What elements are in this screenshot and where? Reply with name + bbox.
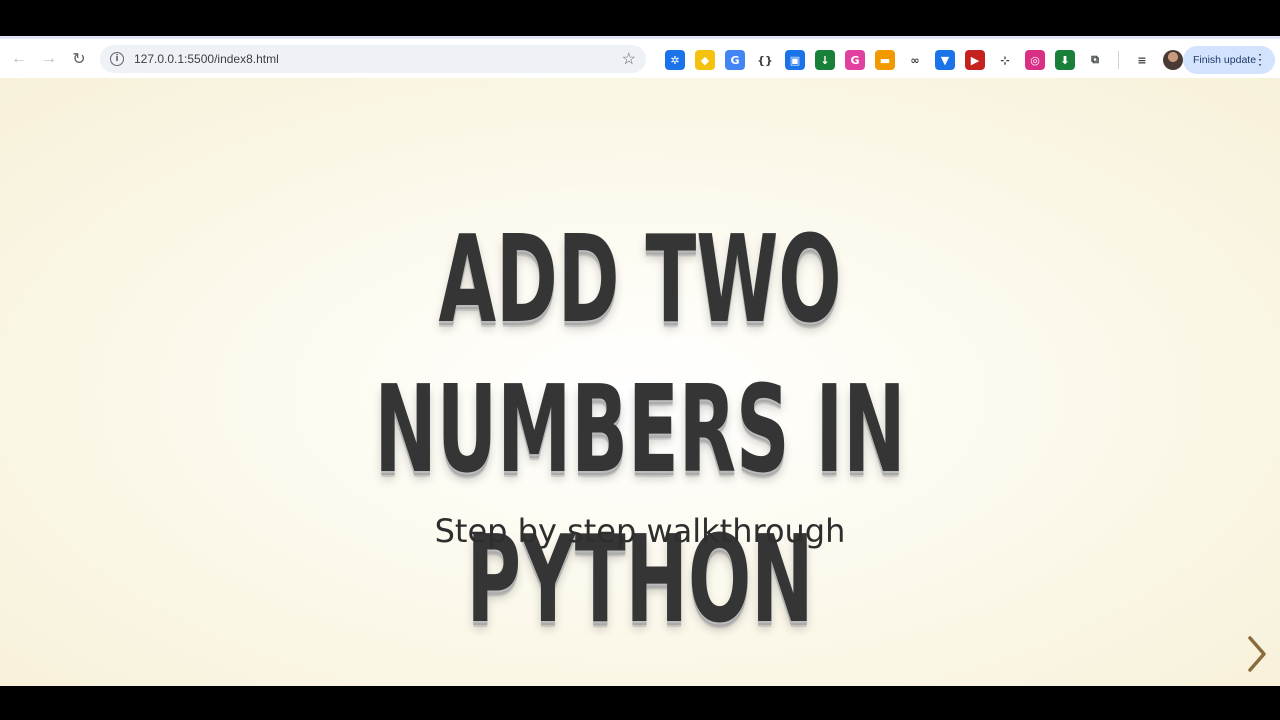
back-arrow-icon[interactable]: ← [4,44,34,74]
finish-update-label: Finish update [1193,54,1257,66]
finish-update-button[interactable]: Finish update ⋮ [1183,46,1275,74]
forward-arrow-icon[interactable]: → [34,44,64,74]
ext-infinity-icon[interactable]: ∞ [905,50,925,70]
ext-translate-icon[interactable]: G [725,50,745,70]
site-info-icon[interactable]: i [110,52,124,66]
ext-g-icon[interactable]: G [845,50,865,70]
presentation-slide: ADD TWO NUMBERS IN PYTHON Step by step w… [0,78,1280,686]
ext-red-play-icon[interactable]: ▶ [965,50,985,70]
letterbox-top [0,0,1280,36]
browser-toolbar: ← → ↻ i 127.0.0.1:5500/index8.html ☆ ✲ ◆ G… [0,36,1280,78]
ext-pink-circle-icon[interactable]: ◎ [1025,50,1045,70]
ext-blue-icon[interactable]: ✲ [665,50,685,70]
slide-subtitle: Step by step walkthrough [434,512,846,550]
ext-yellow-diamond-icon[interactable]: ◆ [695,50,715,70]
reload-icon[interactable]: ↻ [64,44,94,74]
url-text[interactable]: 127.0.0.1:5500/index8.html [134,52,622,66]
next-slide-chevron-icon[interactable] [1240,634,1272,674]
letterbox-bottom [0,686,1280,720]
ext-orange-icon[interactable]: ▬ [875,50,895,70]
bookmark-star-icon[interactable]: ☆ [622,49,636,69]
slide-title: ADD TWO NUMBERS IN PYTHON [374,211,906,650]
ext-crop-icon[interactable]: ⊹ [995,50,1015,70]
ext-green-arrow-icon[interactable]: ⬇ [1055,50,1075,70]
toolbar-separator [1118,51,1119,69]
profile-avatar[interactable] [1163,50,1183,70]
address-bar[interactable]: i 127.0.0.1:5500/index8.html ☆ [100,45,646,73]
ext-shield-icon[interactable]: ▼ [935,50,955,70]
ext-green-download-icon[interactable]: ↓ [815,50,835,70]
extensions-row: ✲ ◆ G {} ▣ ↓ G ▬ ∞ ▼ ▶ ⊹ ◎ ⬇ ⧉ ≡ [660,47,1189,73]
media-controls-icon[interactable]: ≡ [1132,50,1152,70]
extensions-puzzle-icon[interactable]: ⧉ [1085,50,1105,70]
more-menu-icon[interactable]: ⋮ [1253,50,1267,68]
ext-brackets-icon[interactable]: {} [755,50,775,70]
ext-tv-icon[interactable]: ▣ [785,50,805,70]
